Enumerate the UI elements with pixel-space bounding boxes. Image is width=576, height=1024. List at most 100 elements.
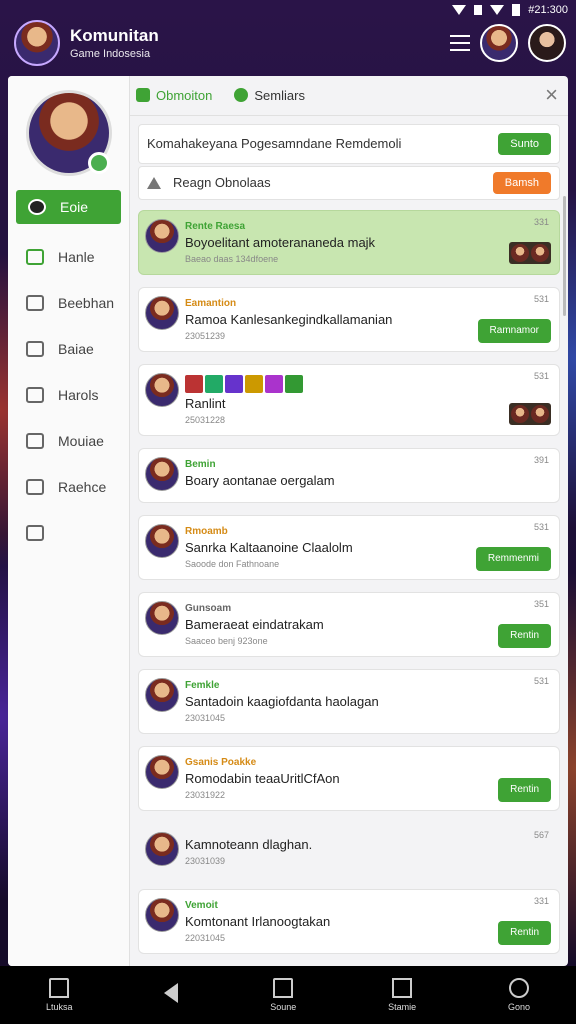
bottom-nav: Ltuksa Soune Stamie Gono (0, 966, 576, 1024)
participant-avatar (511, 243, 529, 262)
tag-icon (26, 525, 44, 541)
post-text: Santadoin kaagiofdanta haolagan (185, 693, 379, 709)
participant-thumbs[interactable] (509, 402, 551, 425)
shield-icon (26, 433, 44, 449)
sidebar-item-label: Baiae (58, 341, 94, 357)
post-card[interactable]: Gunsoam Bameraeat eindatrakam Saaceo benj … (138, 591, 560, 657)
post-avatar[interactable] (145, 456, 179, 491)
game-icon (245, 374, 263, 393)
post-feed: Rente Raesa Boyoelitant amoterananeda maj… (138, 209, 560, 966)
sidebar-item-label: Eoie (60, 199, 89, 215)
sidebar-item-label: Beebhan (58, 295, 115, 311)
sidebar-item[interactable] (8, 510, 129, 556)
close-icon[interactable]: × (545, 84, 558, 106)
post-text: Kamnoteann dlaghan. (185, 836, 313, 852)
chat-icon (26, 249, 44, 265)
game-icon (225, 374, 243, 393)
sidebar-item[interactable]: Mouiae (8, 418, 129, 464)
post-avatar[interactable] (145, 754, 179, 789)
sidebar-item[interactable]: Beebhan (8, 280, 129, 326)
region-button[interactable]: Bamsh (492, 171, 551, 194)
post-time: 351 (533, 598, 549, 609)
post-card[interactable]: Bemin Boary aontanae oergalam 391 (138, 447, 560, 503)
post-text: Boyoelitant amoterananeda majk (185, 234, 376, 250)
post-action-button[interactable]: Remmenmi (475, 546, 551, 571)
participant-thumbs[interactable] (509, 241, 551, 264)
app-subtitle: Game Indosesia (70, 48, 151, 60)
post-author: Gunsoam (185, 602, 232, 614)
post-avatar[interactable] (145, 897, 179, 932)
nav-item[interactable]: Gono (508, 978, 530, 1012)
status-time: #21:300 (528, 4, 568, 16)
post-avatar[interactable] (145, 600, 179, 635)
nav-label: Ltuksa (45, 1002, 73, 1012)
post-action-button[interactable]: Rentin (498, 623, 551, 648)
post-author: Vemoit (185, 899, 218, 911)
nav-item[interactable]: Ltuksa (45, 978, 73, 1012)
region-text: Reagn Obnolaas (173, 175, 271, 191)
nav-item[interactable]: Stamie (388, 978, 416, 1012)
post-card[interactable]: Ranlint 25031228 531 (138, 363, 560, 436)
announcement-button[interactable]: Sunto (498, 132, 551, 155)
post-author: Rmoamb (185, 525, 228, 537)
post-meta: 23031045 (185, 712, 226, 723)
post-avatar[interactable] (145, 295, 179, 330)
nav-label: Soune (270, 1002, 297, 1012)
friend-avatar[interactable] (528, 24, 566, 62)
sidebar-item[interactable]: Raehce (8, 464, 129, 510)
post-time: 331 (533, 216, 549, 227)
post-card[interactable]: Vemoit Komtonant Irlanoogtakan 22031045 331… (138, 888, 560, 954)
post-action-button[interactable]: Ramnamor (477, 318, 551, 343)
sidebar-item[interactable]: Eoie (16, 190, 121, 224)
post-card[interactable]: Kamnoteann dlaghan. 23031039 567 (138, 822, 560, 877)
post-time: 531 (533, 293, 549, 304)
menu-icon[interactable] (450, 35, 470, 51)
game-icon (205, 374, 223, 393)
group-icon (26, 341, 44, 357)
sidebar-item[interactable]: Harols (8, 372, 129, 418)
game-icon (185, 374, 203, 393)
post-action-button[interactable]: Rentin (498, 920, 551, 945)
scrollbar[interactable] (563, 196, 566, 316)
main-content: Obmoiton Semliars × Komahakeyana Pogesam… (130, 76, 568, 966)
post-author: Femkle (185, 679, 220, 691)
wifi-icon (490, 5, 505, 15)
post-meta: Baeao daas 134dfoene (185, 253, 279, 264)
group-icon (136, 88, 150, 103)
post-avatar[interactable] (145, 523, 179, 558)
tab-obmoiton[interactable]: Obmoiton (136, 88, 212, 103)
post-text: Bameraeat eindatrakam (185, 616, 324, 632)
post-avatar[interactable] (145, 677, 179, 712)
header-avatar[interactable] (14, 20, 60, 66)
sidebar-item[interactable]: Baiae (8, 326, 129, 372)
post-meta: 23031922 (185, 789, 226, 800)
square-icon (392, 978, 413, 998)
nav-item[interactable]: Soune (270, 978, 296, 1012)
app-header: Komunitan Game Indosesia (14, 16, 566, 70)
post-avatar[interactable] (145, 831, 179, 866)
sidebar-item[interactable]: Hanle (8, 234, 129, 280)
post-avatar[interactable] (145, 372, 179, 407)
post-card[interactable]: Rente Raesa Boyoelitant amoterananeda maj… (138, 209, 560, 275)
tab-semliars[interactable]: Semliars (234, 88, 305, 103)
game-icon (265, 374, 283, 393)
post-card[interactable]: Rmoamb Sanrka Kaltaanoine Claalolm Saoode … (138, 514, 560, 580)
wifi-icon (452, 5, 467, 15)
triangle-icon (147, 176, 161, 189)
participant-avatar (531, 243, 549, 262)
home-icon (49, 978, 70, 998)
nav-item[interactable] (164, 983, 179, 1007)
post-card[interactable]: Gsanis Poakke Romodabin teaaUritlCfAon 230… (138, 745, 560, 811)
leaf-icon (234, 88, 249, 103)
post-text: Ranlint (185, 395, 226, 411)
post-avatar[interactable] (145, 218, 179, 253)
post-time: 331 (533, 895, 549, 906)
post-card[interactable]: Eamantion Ramoa Kanlesankegindkallamanian… (138, 286, 560, 352)
online-badge (87, 152, 110, 174)
post-card[interactable]: Femkle Santadoin kaagiofdanta haolagan 230… (138, 668, 560, 734)
sidebar-item-label: Hanle (58, 249, 95, 265)
post-action-button[interactable]: Rentin (498, 777, 551, 802)
announcement-text: Komahakeyana Pogesamndane Remdemoli (147, 136, 402, 152)
friend-avatar[interactable] (480, 24, 518, 62)
nav-label: Stamie (388, 1002, 417, 1012)
